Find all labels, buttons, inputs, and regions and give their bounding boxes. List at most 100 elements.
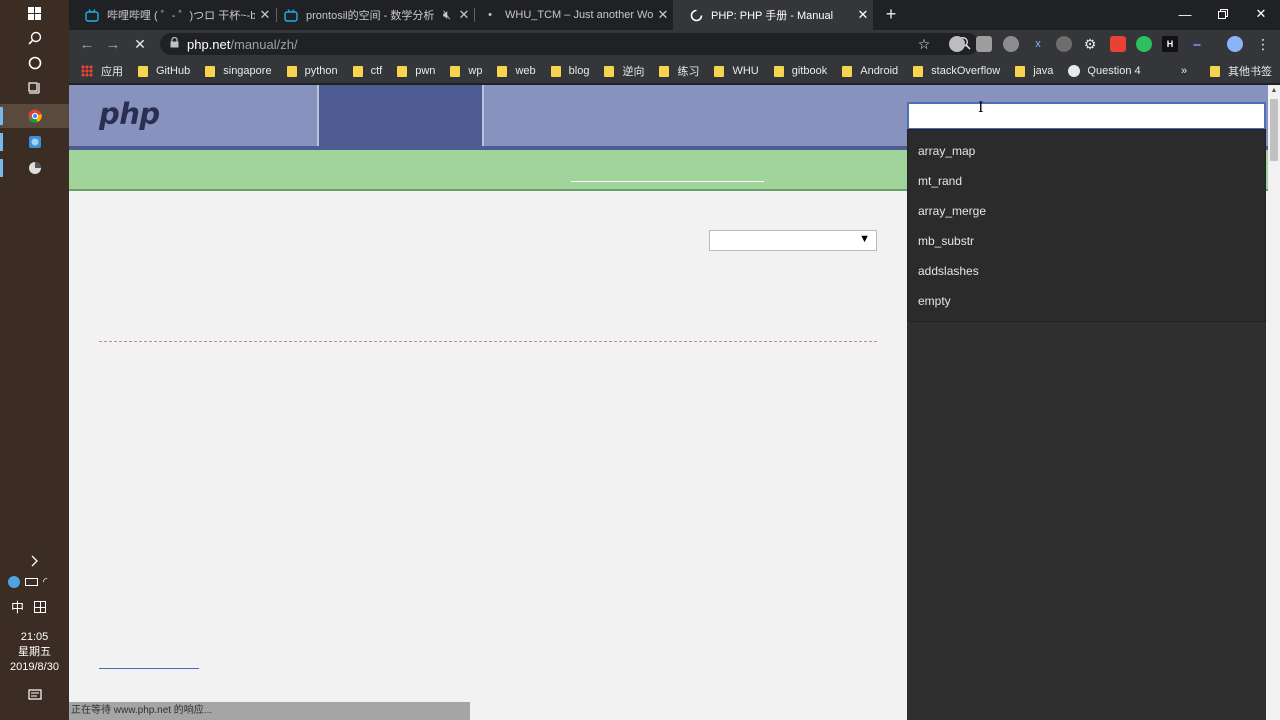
bookmark-item[interactable]: stackOverflow xyxy=(913,62,1000,80)
bookmark-item[interactable]: Question 4 xyxy=(1068,62,1141,80)
bookmark-label: singapore xyxy=(223,65,272,77)
close-window-button[interactable]: ✕ xyxy=(1242,0,1280,28)
mute-icon[interactable]: 🔇︎ xyxy=(440,7,454,23)
ime-indicator[interactable]: 中 xyxy=(11,597,24,616)
chevron-right-icon[interactable] xyxy=(0,549,69,573)
bookmark-label: java xyxy=(1033,65,1054,77)
network-app-icon[interactable] xyxy=(0,130,69,154)
extension-globe-icon[interactable] xyxy=(949,36,965,52)
lock-icon[interactable] xyxy=(170,36,179,51)
bookmark-item[interactable]: ctf xyxy=(352,62,382,80)
bookmark-item[interactable]: Android xyxy=(842,62,898,80)
bookmark-item[interactable]: blog xyxy=(550,62,590,80)
bookmark-label: Question 4 xyxy=(1087,65,1141,77)
extension-badge-icon[interactable] xyxy=(1110,36,1126,52)
address-bar[interactable]: php.net/manual/zh/ xyxy=(160,33,979,55)
tab-title: prontosil的空间 - 数学分析 xyxy=(306,10,435,22)
tab-close-icon[interactable]: ✕ xyxy=(653,7,673,23)
bookmark-label: GitHub xyxy=(156,65,191,77)
minimize-button[interactable]: — xyxy=(1166,0,1204,28)
bilibili-icon xyxy=(284,8,298,22)
extension-h-icon[interactable]: H xyxy=(1162,36,1178,52)
restore-button[interactable] xyxy=(1204,0,1242,28)
other-bookmarks[interactable]: 其他书签 xyxy=(1210,62,1272,80)
suggestion-item[interactable]: array_map xyxy=(908,136,1265,166)
php-logo[interactable]: php xyxy=(99,97,160,131)
dot-icon: • xyxy=(488,9,492,21)
extension-page-icon[interactable] xyxy=(976,36,992,52)
tab-whu-tcm[interactable]: • WHU_TCM – Just another Wo ✕ xyxy=(467,0,673,30)
clock-time[interactable]: 21:05 xyxy=(0,630,69,645)
forward-button[interactable]: → xyxy=(101,32,125,56)
ime-area: 中 xyxy=(11,597,47,616)
extension-x-icon[interactable]: x xyxy=(1030,36,1046,52)
tab-php-manual[interactable]: PHP: PHP 手册 - Manual ✕ xyxy=(673,0,873,30)
ime-grid-icon[interactable] xyxy=(34,600,47,613)
suggestion-item[interactable]: mb_substr xyxy=(908,226,1265,256)
back-button[interactable]: ← xyxy=(75,32,99,56)
bookmarks-overflow-icon[interactable]: » xyxy=(1181,62,1187,80)
shield-icon[interactable] xyxy=(8,575,20,588)
search-suggestions: array_map mt_rand array_merge mb_substr adds… xyxy=(907,129,1266,322)
search-icon[interactable] xyxy=(0,26,69,50)
extension-ball-icon[interactable] xyxy=(1003,36,1019,52)
folder-icon xyxy=(842,65,853,77)
clock-weekday[interactable]: 星期五 xyxy=(0,645,69,660)
bookmark-item[interactable]: WHU xyxy=(714,62,759,80)
footer-link-underline[interactable] xyxy=(99,668,199,669)
bookmark-item[interactable]: 练习 xyxy=(659,62,699,80)
page-scrollbar[interactable]: ▲ xyxy=(1268,85,1280,720)
tab-bilibili[interactable]: 哔哩哔哩 ( ゜- ゜)つロ 干杯~-bili ✕ xyxy=(69,0,275,30)
suggestion-item[interactable]: empty xyxy=(908,286,1265,316)
bookmark-star-icon[interactable]: ☆ xyxy=(916,36,932,52)
bookmark-item[interactable]: wp xyxy=(450,62,482,80)
scroll-up-icon[interactable]: ▲ xyxy=(1268,85,1280,97)
notification-center-icon[interactable] xyxy=(0,683,69,707)
bookmark-item[interactable]: 应用 xyxy=(81,62,123,80)
profile-avatar[interactable] xyxy=(1227,36,1243,52)
bookmark-item[interactable]: singapore xyxy=(205,62,272,80)
new-tab-button[interactable]: + xyxy=(875,0,907,28)
php-search-input[interactable] xyxy=(907,102,1266,130)
suggestion-item[interactable]: array_merge xyxy=(908,196,1265,226)
suggestion-item[interactable]: mt_rand xyxy=(908,166,1265,196)
windows-start-icon[interactable] xyxy=(0,1,69,25)
wifi-icon[interactable]: ◜ xyxy=(43,575,47,588)
dropdown-arrow-icon: ▼ xyxy=(859,233,870,245)
battery-icon[interactable] xyxy=(25,577,38,586)
pinned-app-icon[interactable] xyxy=(0,156,69,180)
bookmark-item[interactable]: python xyxy=(286,62,338,80)
bookmark-item[interactable]: GitHub xyxy=(138,62,190,80)
settings-gear-icon[interactable]: ⚙ xyxy=(1082,36,1098,52)
tab-prontosil[interactable]: prontosil的空间 - 数学分析 🔇︎ ✕ xyxy=(268,0,474,30)
menu-kebab-icon[interactable]: ⋮ xyxy=(1255,36,1271,52)
folder-icon xyxy=(205,65,216,77)
folder-icon xyxy=(604,65,615,77)
chrome-app-icon[interactable] xyxy=(0,104,69,128)
clock-date[interactable]: 2019/8/30 xyxy=(0,660,69,675)
system-tray: ◜ xyxy=(8,575,47,588)
apps-grid-icon xyxy=(81,65,93,77)
task-view-icon[interactable] xyxy=(0,76,69,100)
evernote-icon[interactable] xyxy=(1136,36,1152,52)
folder-icon xyxy=(450,65,461,77)
stop-loading-button[interactable]: ✕ xyxy=(128,32,152,56)
other-bookmarks-label: 其他书签 xyxy=(1228,66,1272,78)
php-nav-active[interactable] xyxy=(319,85,482,146)
bookmark-item[interactable]: gitbook xyxy=(773,62,827,80)
suggestion-item[interactable]: addslashes xyxy=(908,256,1265,286)
bookmark-label: blog xyxy=(568,65,590,77)
text-cursor-icon: I xyxy=(978,100,984,116)
language-select[interactable]: ▼ xyxy=(709,230,877,251)
bookmark-item[interactable]: web xyxy=(497,62,536,80)
scrollbar-thumb[interactable] xyxy=(1270,99,1278,161)
extension-mdn-icon[interactable]: ▬ xyxy=(1189,36,1205,52)
bookmark-item[interactable]: java xyxy=(1015,62,1053,80)
bilibili-icon xyxy=(85,8,99,22)
bookmark-item[interactable]: pwn xyxy=(397,62,435,80)
bookmark-item[interactable]: 逆向 xyxy=(604,62,644,80)
cortana-icon[interactable] xyxy=(0,51,69,75)
folder-icon xyxy=(773,65,784,77)
tab-close-icon[interactable]: ✕ xyxy=(853,7,873,23)
extension-gear-icon[interactable] xyxy=(1056,36,1072,52)
